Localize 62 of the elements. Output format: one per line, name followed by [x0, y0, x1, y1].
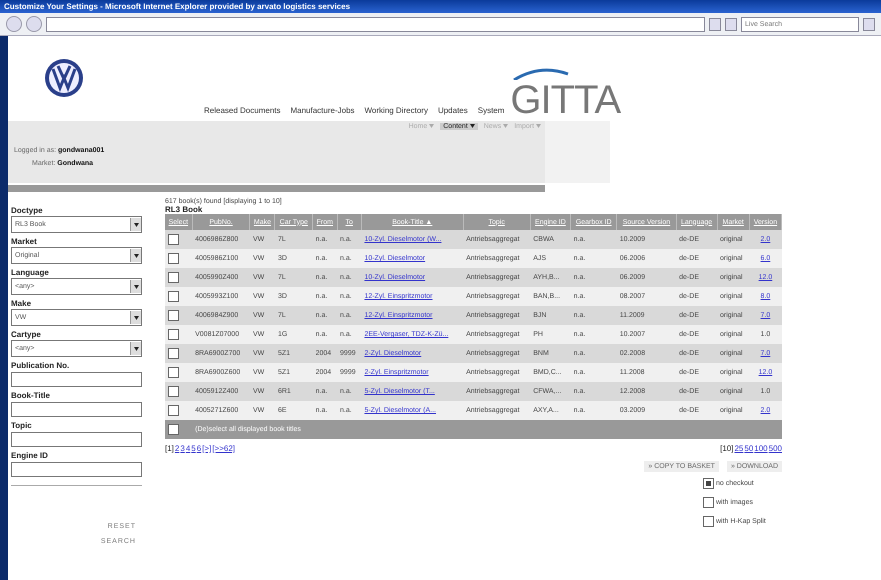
row-checkbox[interactable] [168, 367, 179, 378]
page-link[interactable]: [>] [202, 444, 212, 453]
page-link[interactable]: [1] [165, 444, 174, 453]
caret-icon [134, 284, 138, 288]
caret-icon [470, 124, 475, 128]
field-label: Doctype [11, 206, 44, 215]
field-label: Market [11, 237, 38, 246]
field-label: Publication No. [11, 361, 70, 370]
nav-link[interactable]: Updates [438, 106, 468, 115]
option-checkbox[interactable] [703, 497, 714, 508]
option-checkbox[interactable] [703, 478, 714, 489]
row-checkbox[interactable] [168, 329, 179, 340]
row-checkbox[interactable] [168, 253, 179, 264]
page-link[interactable]: [>>62] [212, 444, 235, 453]
field-label: Language [11, 268, 50, 277]
caret-icon [134, 346, 138, 350]
caret-icon [503, 124, 508, 128]
refresh-button[interactable] [709, 18, 721, 30]
row-checkbox[interactable] [168, 291, 179, 302]
page-size-link[interactable]: [10] [720, 444, 734, 453]
caret-icon [134, 316, 138, 320]
row-checkbox[interactable] [168, 310, 179, 321]
caret-icon [429, 124, 434, 128]
page-link[interactable]: 5 [191, 444, 196, 453]
input-field[interactable] [11, 402, 142, 417]
field-label: Engine ID [11, 451, 49, 460]
caret-icon [134, 222, 138, 226]
page-size-link[interactable]: 500 [768, 444, 782, 453]
page-size-link[interactable]: 50 [744, 444, 754, 453]
input-field[interactable] [11, 432, 142, 447]
select-all-checkbox[interactable] [168, 424, 179, 435]
nav-link[interactable]: System [478, 106, 504, 115]
field-label: Cartype [11, 330, 42, 339]
field-label: Make [11, 299, 32, 308]
row-checkbox[interactable] [168, 234, 179, 245]
row-checkbox[interactable] [168, 386, 179, 397]
window-title: Customize Your Settings - Microsoft Internet Explorer provided by arvato logistics services [4, 2, 350, 11]
page-size-link[interactable]: 100 [754, 444, 768, 453]
page-size-link[interactable]: 25 [734, 444, 744, 453]
page-link[interactable]: 4 [186, 444, 190, 453]
page-link[interactable]: 6 [196, 444, 202, 453]
nav-link[interactable]: Working Directory [364, 106, 428, 115]
option-checkbox[interactable] [703, 516, 714, 527]
address-field[interactable] [46, 16, 705, 32]
row-checkbox[interactable] [168, 348, 179, 359]
field-label: Book-Title [11, 391, 51, 400]
input-field[interactable] [11, 462, 142, 477]
nav-link[interactable]: Released Documents [204, 106, 280, 115]
nav-link[interactable]: Manufacture-Jobs [290, 106, 355, 115]
section-heading: RL3 Book [165, 205, 204, 214]
row-checkbox[interactable] [168, 405, 179, 416]
search-button[interactable] [863, 18, 875, 30]
caret-icon [134, 254, 138, 258]
page-link[interactable]: 3 [180, 444, 185, 453]
caret-icon [536, 124, 541, 128]
emblem-logo [44, 58, 84, 98]
app-logo: GITTA [510, 68, 620, 121]
input-field[interactable] [11, 372, 142, 387]
field-label: Topic [11, 421, 33, 430]
page-link[interactable]: 2 [174, 444, 180, 453]
row-checkbox[interactable] [168, 272, 179, 283]
stop-button[interactable] [725, 18, 737, 30]
